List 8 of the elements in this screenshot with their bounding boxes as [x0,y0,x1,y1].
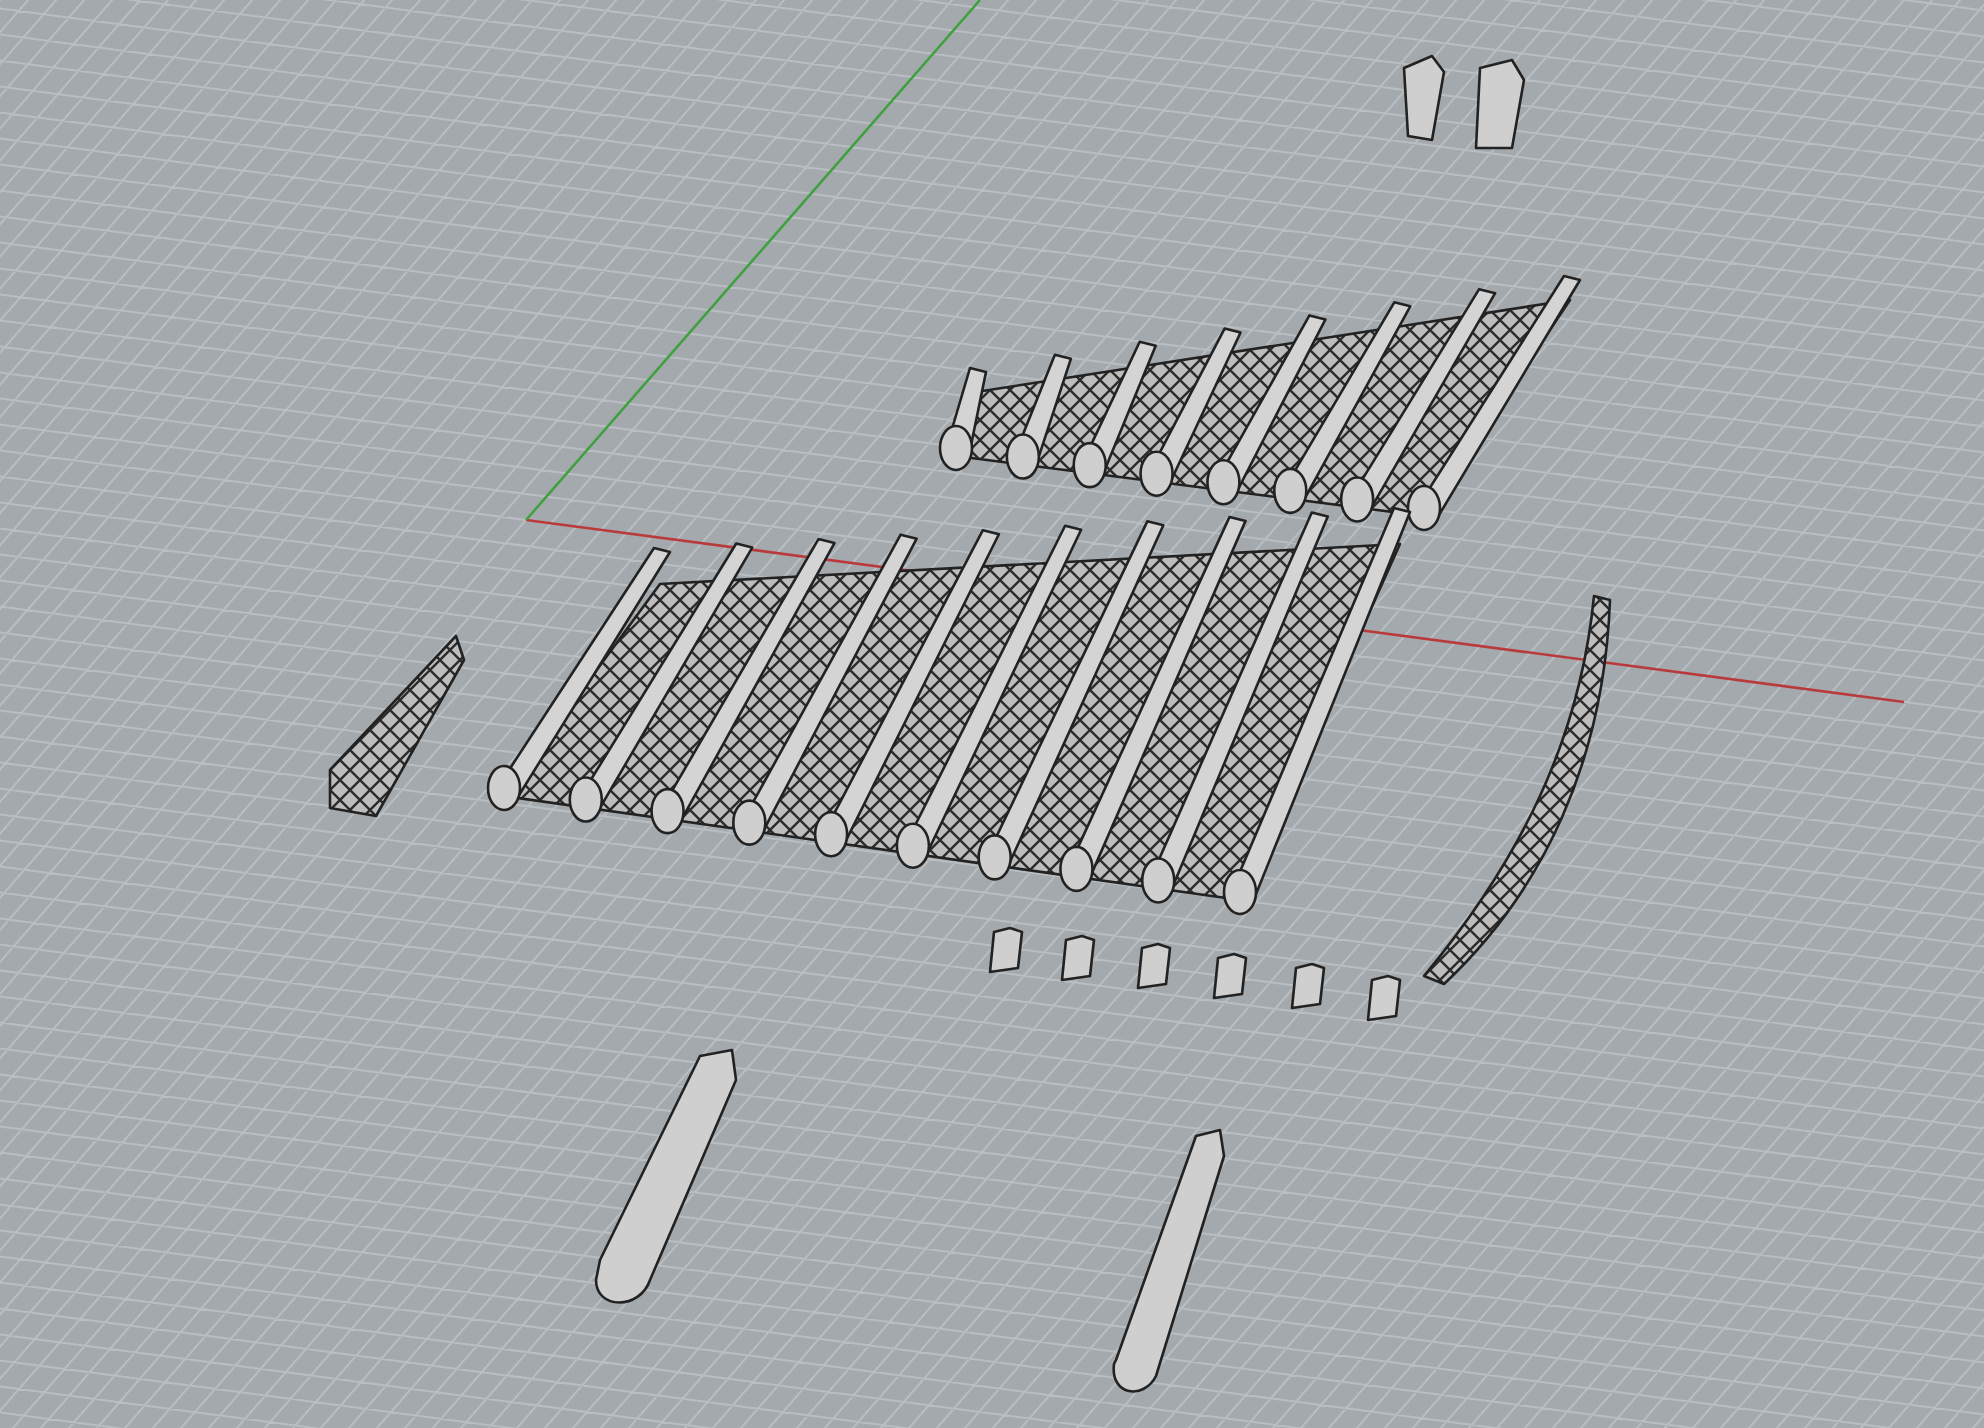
block-drawing [1290,962,1326,1010]
block-drawing [1136,942,1172,990]
block-drawing [1060,934,1096,982]
clip-drawing [1402,54,1446,142]
block-drawing [988,926,1024,974]
clip-drawing [1474,58,1526,150]
block-drawing [1212,952,1248,1000]
block-drawing [1366,974,1402,1022]
